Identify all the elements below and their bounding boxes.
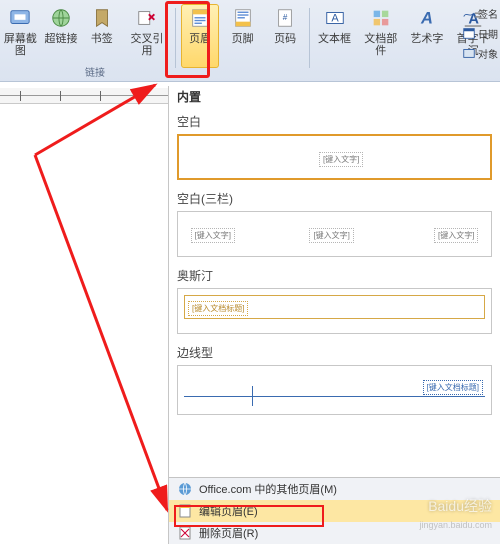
date-button[interactable]: 日期 bbox=[462, 24, 500, 42]
gallery-title: 内置 bbox=[169, 86, 500, 109]
menu-more-office[interactable]: Office.com 中的其他页眉(M) bbox=[169, 478, 500, 500]
svg-text:#: # bbox=[283, 13, 288, 22]
bookmark-button[interactable]: 书签 bbox=[83, 4, 120, 68]
ribbon-right-strip: 签名 日期 对象 bbox=[462, 4, 500, 62]
svg-text:A: A bbox=[331, 13, 339, 25]
gallery-section-blank: 空白 bbox=[169, 109, 500, 132]
svg-text:A: A bbox=[420, 10, 433, 28]
signature-button[interactable]: 签名 bbox=[462, 4, 500, 22]
gallery-footer: Office.com 中的其他页眉(M) 编辑页眉(E) 删除页眉(R) bbox=[169, 477, 500, 544]
gallery-item-austin[interactable]: [键入文档标题] bbox=[177, 288, 492, 334]
gallery-item-edge[interactable]: [键入文档标题] bbox=[177, 365, 492, 415]
pagenum-button[interactable]: # 页码 bbox=[266, 4, 305, 68]
gallery-section-austin: 奥斯汀 bbox=[169, 263, 500, 286]
gallery-item-blank[interactable]: [键入文字] bbox=[177, 134, 492, 180]
ribbon-separator bbox=[175, 8, 176, 68]
header-button[interactable]: 页眉 bbox=[181, 4, 220, 68]
menu-remove-header[interactable]: 删除页眉(R) bbox=[169, 522, 500, 544]
footer-button[interactable]: 页脚 bbox=[223, 4, 262, 68]
wordart-button[interactable]: A 艺术字 bbox=[408, 4, 447, 68]
gallery-item-blank3[interactable]: [键入文字] [键入文字] [键入文字] bbox=[177, 211, 492, 257]
ribbon-separator bbox=[309, 8, 310, 68]
header-gallery: 内置 空白 [键入文字] 空白(三栏) [键入文字] [键入文字] [键入文字]… bbox=[168, 86, 500, 544]
ruler bbox=[0, 88, 170, 104]
quickparts-button[interactable]: 文档部件 bbox=[358, 4, 404, 68]
menu-edit-header[interactable]: 编辑页眉(E) bbox=[169, 500, 500, 522]
screenshot-button[interactable]: 屏幕截图 bbox=[2, 4, 39, 68]
group-label-links: 链接 bbox=[85, 64, 105, 79]
gallery-section-blank3: 空白(三栏) bbox=[169, 186, 500, 209]
textbox-button[interactable]: A 文本框 bbox=[315, 4, 354, 68]
crossref-button[interactable]: 交叉引用 bbox=[124, 4, 170, 68]
ribbon: 屏幕截图 超链接 书签 交叉引用 页眉 页脚 # 页码 A 文本框 文档部件 A… bbox=[0, 0, 500, 82]
object-button[interactable]: 对象 bbox=[462, 44, 500, 62]
hyperlink-button[interactable]: 超链接 bbox=[43, 4, 80, 68]
gallery-section-edge: 边线型 bbox=[169, 340, 500, 363]
